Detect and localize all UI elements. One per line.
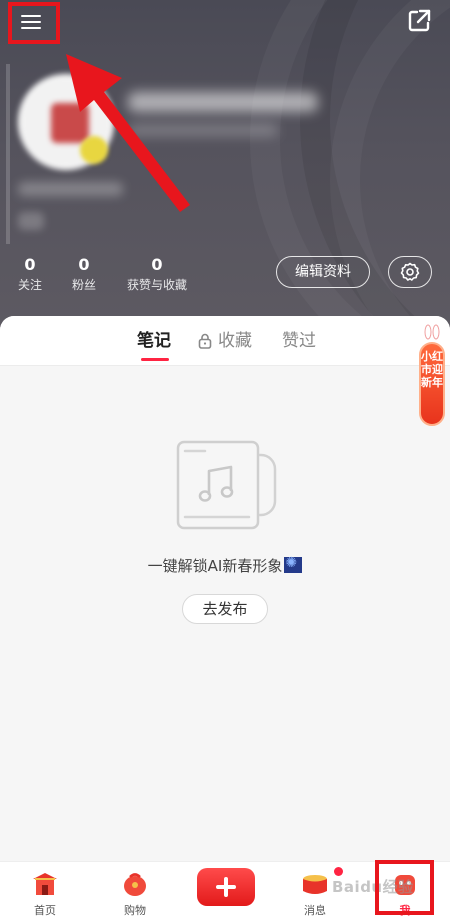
message-unread-dot (334, 867, 343, 876)
tab-collect[interactable]: 收藏 (198, 330, 252, 352)
empty-message-text: 一键解锁AI新春形象 (147, 557, 283, 575)
stat-value: 0 (151, 255, 163, 274)
tab-label: 赞过 (282, 331, 316, 351)
promo-label: 小红市迎新年 (419, 342, 445, 426)
blurred-tag (18, 212, 44, 230)
blurred-username (128, 92, 318, 112)
tab-label: 笔记 (137, 331, 171, 351)
nav-home[interactable]: 首页 (10, 862, 80, 920)
stat-value: 0 (24, 255, 36, 274)
settings-icon (400, 262, 420, 281)
stat-followers[interactable]: 0 粉丝 (70, 256, 98, 293)
tab-liked[interactable]: 赞过 (282, 330, 316, 352)
profile-header: 0 关注 0 粉丝 0 获赞与收藏 编辑资料 (0, 0, 450, 330)
me-annotation-box (375, 860, 434, 915)
settings-button[interactable] (388, 256, 432, 288)
stat-label: 关注 (17, 278, 42, 292)
active-tab-indicator (141, 358, 169, 361)
firework-icon (284, 555, 303, 573)
nav-shop[interactable]: 购物 (100, 862, 170, 920)
tab-notes[interactable]: 笔记 (137, 330, 171, 361)
content-tabs: 笔记 收藏 赞过 (0, 316, 450, 366)
content-sheet: 笔记 收藏 赞过 一键解锁AI新春形象 去发布 (0, 316, 450, 861)
nav-label: 消息 (304, 904, 326, 917)
menu-annotation-box (8, 2, 60, 44)
home-icon (33, 873, 57, 895)
nav-label: 购物 (124, 904, 146, 917)
music-note-icon (176, 440, 277, 530)
plus-icon[interactable] (197, 868, 255, 906)
avatar-badge (80, 136, 108, 164)
message-icon (303, 875, 327, 894)
rabbit-ears-icon (424, 324, 440, 340)
tab-label: 收藏 (218, 331, 252, 351)
edit-profile-button[interactable]: 编辑资料 (276, 256, 370, 288)
blurred-bio (18, 182, 123, 196)
share-button[interactable] (406, 8, 432, 34)
lock-icon (198, 333, 212, 349)
new-year-promo-badge[interactable]: 小红市迎新年 (417, 324, 447, 428)
nav-label: 首页 (34, 904, 56, 917)
header-side-line (6, 64, 10, 244)
shopping-icon (124, 873, 146, 896)
stat-label: 粉丝 (71, 278, 96, 292)
blurred-user-id (128, 124, 278, 136)
empty-state-message: 一键解锁AI新春形象 (0, 555, 450, 576)
publish-button[interactable]: 去发布 (182, 594, 268, 624)
stat-value: 0 (78, 255, 90, 274)
share-icon (408, 9, 431, 32)
stat-likes-collects[interactable]: 0 获赞与收藏 (124, 256, 190, 293)
stat-label: 获赞与收藏 (126, 278, 187, 292)
stat-following[interactable]: 0 关注 (16, 256, 44, 293)
